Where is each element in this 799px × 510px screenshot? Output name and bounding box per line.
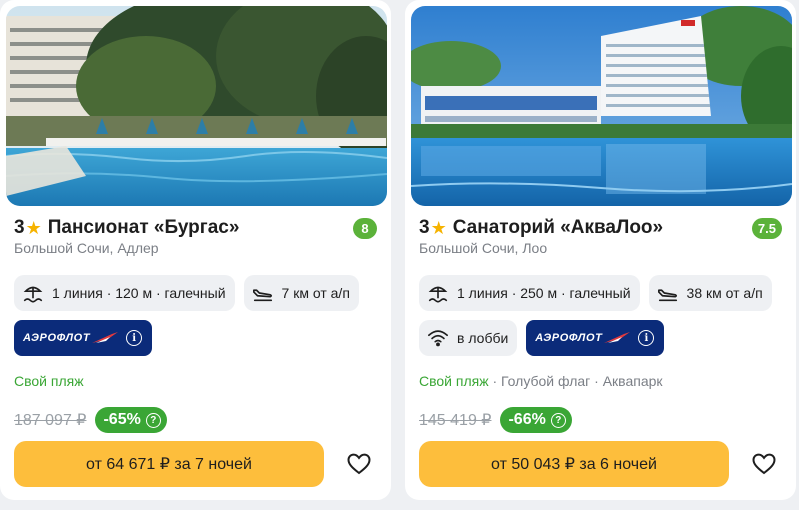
discount-value: -65% [103,411,141,428]
beach-info: 1 линия · 120 м · галечный [52,285,226,301]
heart-icon [752,453,776,475]
star-count: 3 [419,217,430,238]
star-icon: ★ [430,217,447,238]
beach-umbrella-icon [22,282,44,304]
rating-badge: 7.5 [751,218,782,239]
favorite-button[interactable] [345,450,373,478]
hotel-name[interactable]: Санаторий «АкваЛоо» [453,217,663,239]
airport-chip: 7 км от а/п [243,275,359,311]
favorite-button[interactable] [750,450,778,478]
star-icon: ★ [25,217,42,238]
airport-chip: 38 км от а/п [648,275,772,311]
hotel-card[interactable]: 3 ★ Санаторий «АкваЛоо» 7.5 Большой Сочи… [405,0,796,500]
title-row: 3 ★ Санаторий «АкваЛоо» 7.5 [419,215,782,241]
hotel-photo[interactable] [411,6,792,206]
feature-own-beach: Свой пляж [14,373,84,389]
star-rating: 3 ★ [419,217,453,239]
beach-umbrella-icon [427,282,449,304]
hotel-location: Большой Сочи, Адлер [14,240,159,256]
price-row: 187 097 ₽ -65% ? [14,407,167,433]
info-icon[interactable]: i [126,330,143,346]
aeroflot-wing-icon [604,332,631,343]
feature-own-beach: Свой пляж [419,373,489,389]
beach-info: 1 линия · 250 м · галечный [457,285,631,301]
discount-value: -66% [508,411,546,428]
rating-badge: 8 [353,218,377,239]
feature-more: · Голубой флаг · Аквапарк [488,373,663,389]
airline-logo-text: АЭРОФЛОТ [23,332,91,344]
aeroflot-wing-icon [92,332,119,343]
price-row: 145 419 ₽ -66% ? [419,407,572,433]
hotel-location: Большой Сочи, Лоо [419,240,548,256]
hotel-card[interactable]: 3 ★ Пансионат «Бургас» 8 Большой Сочи, А… [0,0,391,500]
wifi-chip: в лобби [419,320,518,356]
old-price: 187 097 ₽ [14,412,87,429]
beach-chip: 1 линия · 120 м · галечный [14,275,235,311]
hotel-photo[interactable] [6,6,387,206]
wifi-icon [427,327,449,349]
plane-landing-icon [252,282,274,304]
title-row: 3 ★ Пансионат «Бургас» 8 [14,215,377,241]
question-icon[interactable]: ? [550,412,566,428]
airline-logo-text: АЭРОФЛОТ [535,332,603,344]
star-rating: 3 ★ [14,217,48,239]
old-price: 145 419 ₽ [419,412,492,429]
heart-icon [347,453,371,475]
question-icon[interactable]: ? [145,412,161,428]
beach-chip: 1 линия · 250 м · галечный [419,275,640,311]
plane-landing-icon [657,282,679,304]
hotel-features: Свой пляж · Голубой флаг · Аквапарк [419,373,663,389]
wifi-info: в лобби [457,330,509,346]
aeroflot-badge[interactable]: АЭРОФЛОТ i [14,320,153,356]
discount-badge[interactable]: -66% ? [500,407,572,433]
hotel-features: Свой пляж [14,373,84,389]
info-icon[interactable]: i [638,330,655,346]
amenity-chips: 1 линия · 250 м · галечный 38 км от а/п … [419,275,786,356]
airport-distance: 7 км от а/п [281,285,350,301]
airport-distance: 38 км от а/п [686,285,763,301]
price-button[interactable]: от 64 671 ₽ за 7 ночей [14,441,324,487]
amenity-chips: 1 линия · 120 м · галечный 7 км от а/п А… [14,275,381,356]
hotel-name[interactable]: Пансионат «Бургас» [48,217,240,239]
price-button[interactable]: от 50 043 ₽ за 6 ночей [419,441,729,487]
discount-badge[interactable]: -65% ? [95,407,167,433]
aeroflot-badge[interactable]: АЭРОФЛОТ i [526,320,665,356]
star-count: 3 [14,217,25,238]
